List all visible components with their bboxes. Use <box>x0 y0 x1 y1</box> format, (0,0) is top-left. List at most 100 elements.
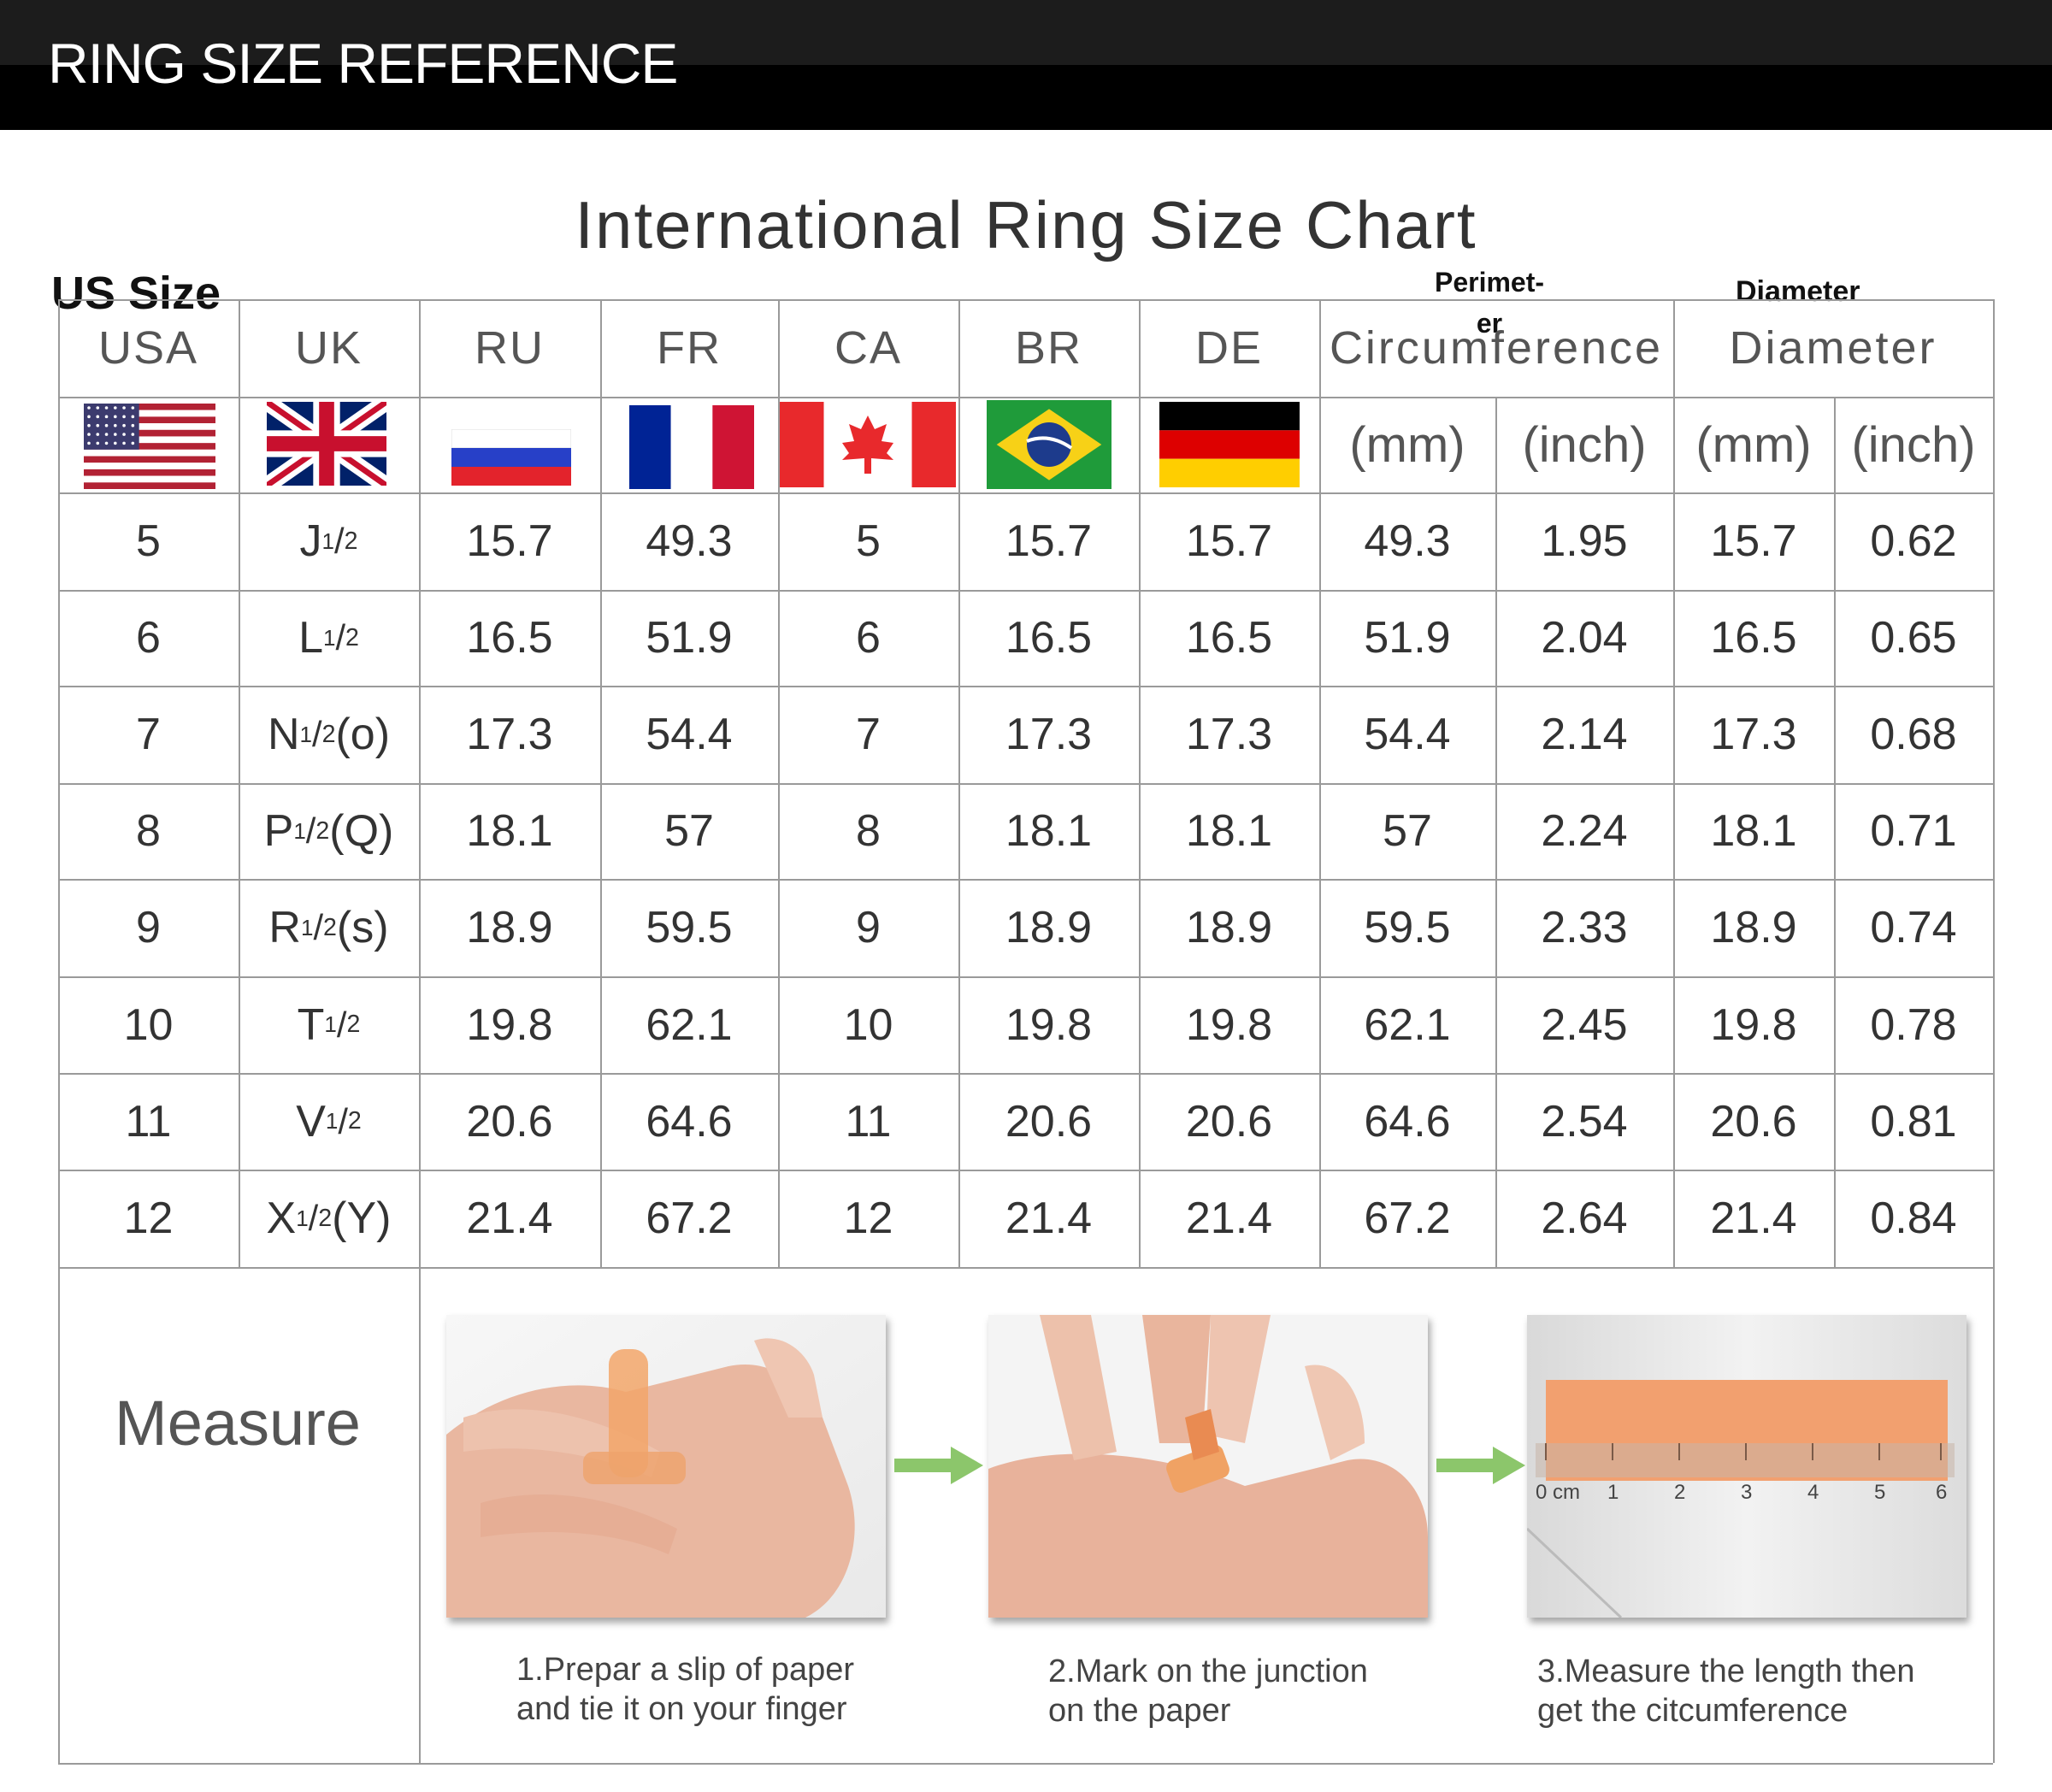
measure-divider <box>419 1267 421 1763</box>
table-cell-uk: T 1/2 <box>239 976 419 1073</box>
column-header-diameter: Diameter <box>1729 322 1937 374</box>
ruler-tick: 5 <box>1874 1481 1886 1504</box>
table-cell-de: 21.4 <box>1185 1194 1273 1243</box>
table-cell-ca: 6 <box>856 613 881 663</box>
table-cell-ru: 20.6 <box>466 1096 553 1147</box>
fraction-denominator: 2 <box>315 816 330 845</box>
fraction-slash: / <box>313 907 324 947</box>
table-cell-fr: 54.4 <box>646 710 733 759</box>
unit-label-diam-inch: (inch) <box>1851 416 1976 473</box>
ruler-tick: 3 <box>1741 1481 1753 1504</box>
fraction-slash: / <box>308 1198 319 1238</box>
column-header-de: DE <box>1194 322 1263 374</box>
table-cell-fr: 59.5 <box>646 903 733 952</box>
table-cell-de: 18.1 <box>1185 806 1273 856</box>
table-cell-diam_inch: 0.62 <box>1870 516 1957 566</box>
table-cell-ru: 15.7 <box>466 516 553 566</box>
table-cell-uk: X 1/2 (Y) <box>239 1170 419 1267</box>
table-cell-de: 15.7 <box>1185 516 1273 566</box>
uk-size-alt: (o) <box>335 710 391 759</box>
caption-line: get the citcumference <box>1537 1693 1849 1729</box>
table-cell-circ_inch: 2.54 <box>1541 1096 1628 1147</box>
column-header-circumference: Circumference <box>1329 322 1664 374</box>
table-cell-ca: 9 <box>856 903 881 952</box>
table-cell-br: 17.3 <box>1005 710 1093 759</box>
table-cell-diam_inch: 0.74 <box>1870 903 1957 952</box>
fraction-denominator: 2 <box>346 1011 361 1038</box>
column-header-ca: CA <box>834 322 902 374</box>
fraction-numerator: 1 <box>293 817 306 844</box>
table-cell-circ_mm: 64.6 <box>1364 1096 1451 1147</box>
ruler-tick: 2 <box>1674 1481 1686 1504</box>
table-cell-diam_mm: 17.3 <box>1710 710 1797 759</box>
table-cell-ca: 11 <box>845 1096 892 1147</box>
table-cell-usa: 6 <box>136 613 161 663</box>
table-col-divider <box>1993 299 1995 1763</box>
table-cell-diam_inch: 0.78 <box>1870 999 1957 1050</box>
table-cell-usa: 10 <box>123 999 174 1050</box>
table-cell-circ_inch: 1.95 <box>1541 516 1628 566</box>
arrow-right-icon <box>894 1447 983 1484</box>
caption-line: and tie it on your finger <box>516 1691 847 1727</box>
table-cell-diam_mm: 18.9 <box>1710 903 1797 952</box>
column-header-br: BR <box>1014 322 1082 374</box>
banner-title: RING SIZE REFERENCE <box>48 32 678 95</box>
table-cell-fr: 64.6 <box>646 1096 733 1147</box>
table-cell-br: 16.5 <box>1005 613 1093 663</box>
step1-caption: 1.Prepar a slip of paper and tie it on y… <box>516 1650 854 1729</box>
table-cell-fr: 49.3 <box>646 516 733 566</box>
step2-photo <box>988 1315 1428 1618</box>
table-cell-usa: 11 <box>125 1096 172 1147</box>
fraction-numerator: 1 <box>321 528 334 554</box>
caption-line: 2.Mark on the junction <box>1048 1653 1368 1689</box>
fraction-denominator: 2 <box>344 527 358 555</box>
table-cell-fr: 62.1 <box>646 999 733 1050</box>
table-cell-usa: 8 <box>136 806 161 856</box>
fraction-numerator: 1 <box>325 1108 339 1134</box>
table-cell-diam_inch: 0.68 <box>1870 710 1957 759</box>
step1-photo <box>446 1315 886 1618</box>
fraction-numerator: 1 <box>296 1205 309 1231</box>
table-cell-br: 19.8 <box>1005 999 1093 1050</box>
ruler-tick: 6 <box>1936 1481 1948 1504</box>
russia-flag-icon <box>451 429 571 486</box>
fraction-numerator: 1 <box>300 914 314 940</box>
step3-photo: 0 cm 1 2 3 4 5 6 <box>1527 1315 1966 1618</box>
table-cell-usa: 5 <box>136 516 161 566</box>
uk-size-alt: (Q) <box>329 806 394 856</box>
table-cell-circ_inch: 2.64 <box>1541 1194 1628 1243</box>
germany-flag-icon <box>1159 402 1300 487</box>
table-cell-diam_mm: 21.4 <box>1710 1194 1797 1243</box>
step3-caption: 3.Measure the length then get the citcum… <box>1537 1652 1915 1730</box>
uk-size-letter: N <box>267 710 300 759</box>
caption-line: 3.Measure the length then <box>1537 1653 1915 1689</box>
table-cell-diam_inch: 0.71 <box>1870 806 1957 856</box>
table-cell-ru: 16.5 <box>466 613 553 663</box>
table-cell-de: 17.3 <box>1185 710 1273 759</box>
fraction-slash: / <box>334 521 345 561</box>
uk-size-alt: (Y) <box>332 1194 392 1243</box>
table-cell-usa: 12 <box>123 1194 174 1243</box>
table-cell-br: 20.6 <box>1005 1096 1093 1147</box>
table-cell-ru: 18.9 <box>466 903 553 952</box>
table-cell-circ_inch: 2.14 <box>1541 710 1628 759</box>
caption-line: on the paper <box>1048 1693 1231 1729</box>
uk-size-letter: J <box>299 516 322 566</box>
uk-size-letter: R <box>268 903 301 952</box>
table-cell-ru: 17.3 <box>466 710 553 759</box>
table-cell-ru: 18.1 <box>466 806 553 856</box>
table-bottom-border <box>58 1763 1993 1765</box>
table-cell-uk: N 1/2 (o) <box>239 686 419 783</box>
fraction-slash: / <box>338 1100 348 1141</box>
table-cell-diam_inch: 0.84 <box>1870 1194 1957 1243</box>
table-cell-circ_mm: 54.4 <box>1364 710 1451 759</box>
measure-label: Measure <box>115 1388 361 1459</box>
ruler-tick: 0 cm <box>1536 1481 1581 1504</box>
table-cell-circ_mm: 57 <box>1383 806 1432 856</box>
table-cell-de: 16.5 <box>1185 613 1273 663</box>
step2-caption: 2.Mark on the junction on the paper <box>1048 1652 1368 1730</box>
table-cell-circ_inch: 2.04 <box>1541 613 1628 663</box>
ruler-tick-labels: 0 cm 1 2 3 4 5 6 <box>1532 1481 1960 1506</box>
fraction-numerator: 1 <box>324 1011 337 1037</box>
uk-size-letter: T <box>297 999 325 1050</box>
